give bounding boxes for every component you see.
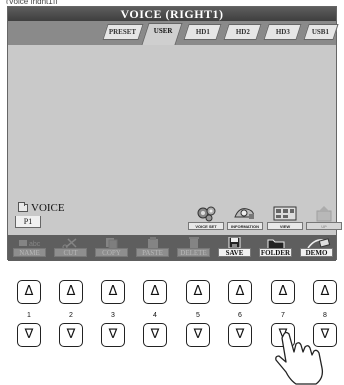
- button-number-4: 4: [153, 312, 157, 319]
- up-icon: [316, 206, 332, 222]
- button-number-7: 7: [281, 312, 285, 319]
- button-2-down[interactable]: ∇: [59, 323, 83, 347]
- demo-label: DEMO: [300, 248, 333, 257]
- folder-button[interactable]: FOLDER: [259, 237, 292, 257]
- name-label: NAME: [13, 248, 46, 257]
- name-button[interactable]: abc NAME: [13, 237, 46, 257]
- pointing-hand-icon: [275, 331, 324, 385]
- paste-button[interactable]: PASTE: [136, 237, 169, 257]
- paste-label: PASTE: [136, 248, 169, 257]
- current-folder: VOICE: [18, 201, 65, 215]
- button-6-up[interactable]: Δ: [228, 280, 252, 304]
- folder-icon: [18, 202, 28, 212]
- information-button[interactable]: INFORMATION: [227, 205, 263, 230]
- voice-set-label: VOICE SET: [188, 222, 224, 230]
- button-1-down[interactable]: ∇: [17, 323, 41, 347]
- delete-button[interactable]: DELETE: [177, 237, 210, 257]
- delete-label: DELETE: [177, 248, 210, 257]
- current-folder-label: VOICE: [31, 202, 65, 214]
- copy-button[interactable]: COPY: [95, 237, 128, 257]
- information-label: INFORMATION: [227, 222, 263, 230]
- window-title: VOICE (RIGHT1): [8, 7, 336, 21]
- tab-hd3[interactable]: HD3: [263, 24, 302, 40]
- voice-set-button[interactable]: VOICE SET: [188, 205, 224, 230]
- save-button[interactable]: SAVE: [218, 237, 251, 257]
- caption-fragment: (Voice [right1]): [6, 0, 206, 4]
- button-number-5: 5: [196, 312, 200, 319]
- button-5-down[interactable]: ∇: [186, 323, 210, 347]
- view-label: VIEW: [267, 222, 303, 230]
- tab-usb1[interactable]: USB1: [303, 24, 339, 40]
- function-bar: abc NAME CUT COPY PASTE DELETE SAVE FOLD…: [8, 235, 336, 261]
- tab-strip: PRESET USER HD1 HD2 HD3 USB1: [8, 21, 339, 45]
- file-list-area[interactable]: [8, 45, 336, 205]
- svg-text:abc: abc: [29, 241, 41, 248]
- button-number-1: 1: [27, 312, 31, 319]
- up-label: UP: [306, 222, 342, 230]
- folder-label: FOLDER: [259, 248, 292, 257]
- cut-button[interactable]: CUT: [54, 237, 87, 257]
- tab-user[interactable]: USER: [141, 23, 183, 45]
- tab-hd2[interactable]: HD2: [223, 24, 262, 40]
- button-2-up[interactable]: Δ: [59, 280, 83, 304]
- button-7-up[interactable]: Δ: [271, 280, 295, 304]
- tab-preset[interactable]: PRESET: [102, 24, 144, 40]
- save-label: SAVE: [218, 248, 251, 257]
- info-icon: [234, 208, 254, 219]
- button-5-up[interactable]: Δ: [186, 280, 210, 304]
- button-number-6: 6: [238, 312, 242, 319]
- lcd-screen: VOICE (RIGHT1) PRESET USER HD1 HD2 HD3 U…: [7, 6, 342, 261]
- view-icon: [273, 206, 297, 221]
- view-button[interactable]: VIEW: [267, 205, 303, 230]
- tab-hd1[interactable]: HD1: [183, 24, 222, 40]
- button-number-8: 8: [323, 312, 327, 319]
- button-number-3: 3: [111, 312, 115, 319]
- button-1-up[interactable]: Δ: [17, 280, 41, 304]
- button-3-down[interactable]: ∇: [101, 323, 125, 347]
- cut-label: CUT: [54, 248, 87, 257]
- page-tab-p1[interactable]: P1: [15, 216, 41, 228]
- demo-button[interactable]: DEMO: [300, 237, 333, 257]
- up-button[interactable]: UP: [306, 205, 342, 230]
- button-6-down[interactable]: ∇: [228, 323, 252, 347]
- gears-icon: [197, 206, 216, 222]
- button-4-down[interactable]: ∇: [143, 323, 167, 347]
- button-4-up[interactable]: Δ: [143, 280, 167, 304]
- copy-label: COPY: [95, 248, 128, 257]
- button-number-2: 2: [69, 312, 73, 319]
- button-3-up[interactable]: Δ: [101, 280, 125, 304]
- button-8-up[interactable]: Δ: [313, 280, 337, 304]
